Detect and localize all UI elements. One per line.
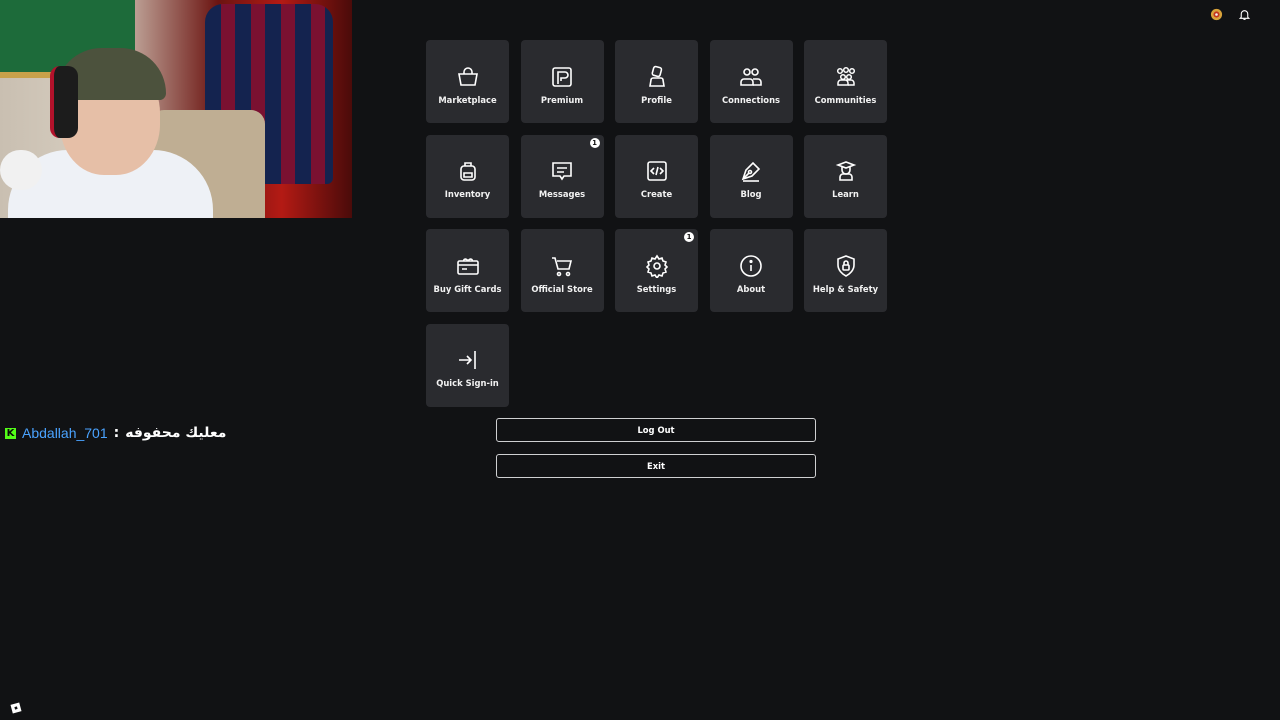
kick-icon: K bbox=[5, 427, 16, 439]
chat-message: K Abdallah_701 : معليك محفوفه bbox=[5, 425, 226, 441]
tile-label: Connections bbox=[721, 94, 781, 105]
tile-learn[interactable]: Learn bbox=[804, 134, 887, 218]
tile-label: Inventory bbox=[444, 189, 491, 199]
tile-about[interactable]: About bbox=[709, 229, 793, 312]
menu-grid: Marketplace Premium Profile Connections … bbox=[426, 40, 888, 410]
chat-separator: : bbox=[113, 425, 120, 441]
tile-blog[interactable]: Blog bbox=[709, 134, 793, 218]
tile-label: Communities bbox=[814, 94, 877, 105]
tile-buy-gift-cards[interactable]: Buy Gift Cards bbox=[426, 229, 509, 312]
webcam-overlay bbox=[0, 0, 352, 218]
tile-official-store[interactable]: Official Store bbox=[520, 229, 604, 312]
tile-inventory[interactable]: Inventory bbox=[426, 134, 509, 218]
headset-decoration bbox=[50, 66, 78, 138]
tile-label: Premium bbox=[540, 94, 584, 105]
robux-icon[interactable] bbox=[1208, 6, 1224, 22]
pen-nib-icon bbox=[739, 159, 763, 183]
message-icon bbox=[550, 159, 574, 183]
notification-badge: 1 bbox=[589, 137, 600, 148]
premium-icon bbox=[550, 65, 574, 89]
tile-label: Settings bbox=[636, 283, 677, 294]
cart-icon bbox=[550, 254, 574, 278]
notification-badge: 1 bbox=[684, 232, 694, 242]
exit-button[interactable]: Exit bbox=[496, 454, 816, 478]
bell-icon[interactable] bbox=[1236, 6, 1252, 22]
tile-label: Learn bbox=[832, 189, 859, 199]
tile-quick-sign-in[interactable]: Quick Sign-in bbox=[426, 323, 509, 407]
people-icon bbox=[739, 65, 763, 89]
person-icon bbox=[645, 65, 669, 89]
tile-communities[interactable]: Communities bbox=[804, 40, 887, 123]
tile-marketplace[interactable]: Marketplace bbox=[426, 40, 509, 123]
roblox-logo-icon[interactable] bbox=[10, 699, 22, 714]
chat-username: Abdallah_701 bbox=[22, 425, 108, 441]
chat-text: معليك محفوفه bbox=[125, 425, 227, 441]
backpack-icon bbox=[456, 159, 480, 183]
tile-connections[interactable]: Connections bbox=[709, 40, 793, 123]
tile-label: Buy Gift Cards bbox=[433, 283, 502, 294]
tile-label: About bbox=[736, 283, 766, 294]
code-icon bbox=[645, 159, 669, 183]
graduation-icon bbox=[834, 159, 858, 183]
tile-premium[interactable]: Premium bbox=[520, 40, 604, 123]
sign-in-icon bbox=[456, 348, 480, 372]
tile-label: Blog bbox=[740, 189, 762, 199]
log-out-button[interactable]: Log Out bbox=[496, 418, 816, 442]
tile-label: Profile bbox=[641, 94, 672, 105]
gear-icon bbox=[645, 254, 669, 278]
group-icon bbox=[834, 65, 858, 89]
tile-messages[interactable]: 1 Messages bbox=[520, 134, 604, 218]
tile-create[interactable]: Create bbox=[615, 134, 698, 218]
shield-lock-icon bbox=[834, 254, 858, 278]
tile-profile[interactable]: Profile bbox=[615, 40, 698, 123]
gift-card-icon bbox=[456, 254, 480, 278]
tile-label: Quick Sign-in bbox=[436, 378, 499, 388]
tile-label: Help & Safety bbox=[812, 283, 879, 294]
tile-label: Marketplace bbox=[438, 94, 497, 105]
tile-help-safety[interactable]: Help & Safety bbox=[804, 229, 887, 312]
top-bar-icons bbox=[1208, 6, 1252, 22]
shopping-bag-icon bbox=[456, 65, 480, 89]
info-icon bbox=[739, 254, 763, 278]
microphone-decoration bbox=[0, 150, 42, 190]
tile-label: Messages bbox=[538, 189, 586, 199]
tile-settings[interactable]: 1 Settings bbox=[615, 229, 698, 312]
tile-label: Create bbox=[640, 189, 673, 199]
tile-label: Official Store bbox=[531, 283, 593, 294]
